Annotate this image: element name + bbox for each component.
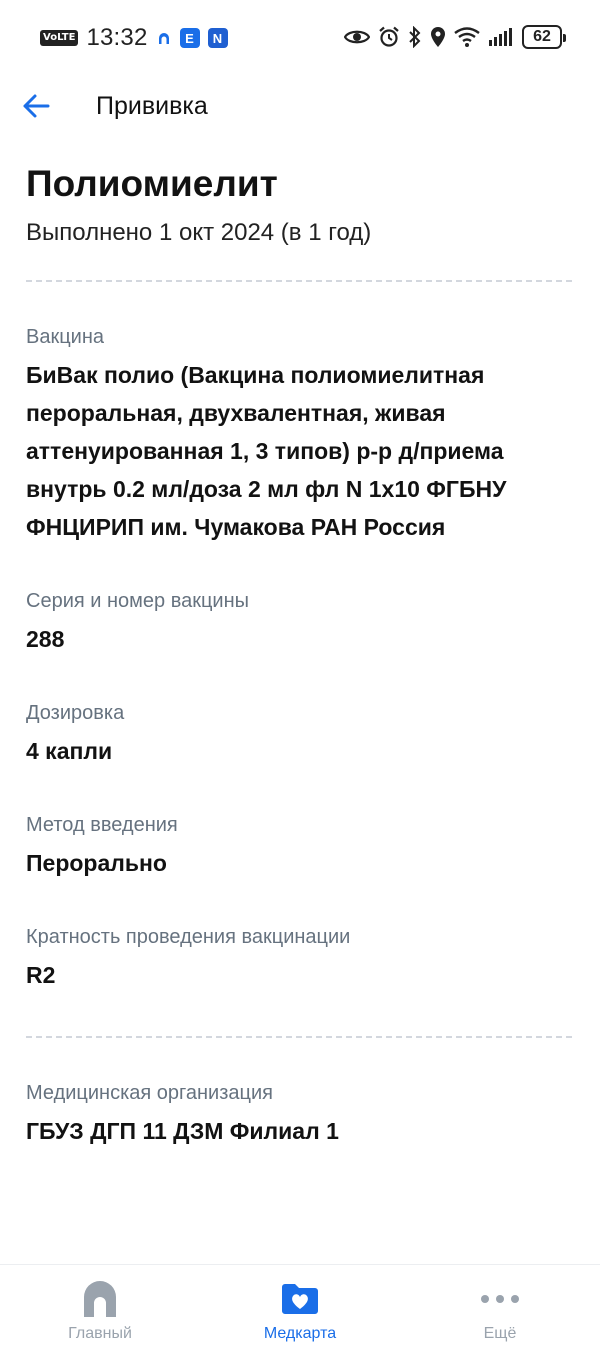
signal-icon — [489, 28, 512, 46]
field-value: 288 — [26, 626, 65, 652]
field-dosage: Дозировка 4 капли — [26, 700, 574, 770]
home-small-icon — [158, 33, 169, 44]
battery-indicator: 62 — [522, 25, 566, 49]
medcard-folder-heart-icon — [282, 1284, 318, 1314]
field-label: Кратность проведения вакцинации — [26, 926, 351, 948]
status-time: 13:32 — [86, 24, 148, 51]
divider — [26, 1036, 572, 1038]
nav-item-more[interactable]: Ещё — [400, 1265, 600, 1353]
nav-item-medcard[interactable]: Медкарта — [200, 1265, 400, 1353]
wifi-icon — [454, 27, 480, 47]
field-label: Медицинская организация — [26, 1082, 273, 1104]
field-value: 4 капли — [26, 738, 113, 764]
field-value: R2 — [26, 962, 56, 988]
field-value: Перорально — [26, 850, 167, 876]
field-organization: Медицинская организация ГБУЗ ДГП 11 ДЗМ … — [26, 1080, 574, 1150]
app-n-icon: N — [207, 28, 228, 48]
nav-item-home[interactable]: Главный — [0, 1265, 200, 1353]
volte-indicator: VoLTE — [40, 30, 79, 46]
field-label: Серия и номер вакцины — [26, 590, 250, 612]
vaccination-details: Полиомиелит Выполнено 1 окт 2024 (в 1 го… — [26, 160, 574, 1150]
nav-label: Медкарта — [263, 1325, 337, 1342]
location-icon — [431, 27, 445, 47]
field-label: Метод введения — [26, 814, 178, 836]
status-bar-right: 62 — [344, 25, 566, 49]
nav-label: Главный — [68, 1325, 132, 1342]
nav-label: Ещё — [483, 1325, 517, 1342]
vaccination-date: Выполнено 1 окт 2024 (в 1 год) — [26, 219, 372, 246]
bluetooth-icon — [409, 26, 421, 48]
app-e-icon: E — [179, 28, 200, 48]
alarm-icon — [379, 26, 399, 47]
field-label: Вакцина — [26, 326, 105, 348]
field-vaccine: Вакцина БиВак полио (Вакцина полиомиелит… — [26, 324, 574, 546]
status-bar: VoLTE 13:32 E N 62 — [0, 0, 600, 76]
status-bar-left: VoLTE 13:32 E N — [40, 24, 228, 52]
field-value: ГБУЗ ДГП 11 ДЗМ Филиал 1 — [26, 1118, 339, 1144]
more-dots-icon — [481, 1295, 519, 1303]
bottom-navigation: Главный Медкарта Ещё — [0, 1264, 600, 1353]
home-icon — [84, 1281, 116, 1317]
field-value: БиВак полио (Вакцина полиомиелитная перо… — [26, 362, 507, 540]
eye-icon — [344, 30, 370, 44]
field-multiplicity: Кратность проведения вакцинации R2 — [26, 924, 574, 994]
screen-title: Прививка — [96, 92, 208, 120]
field-method: Метод введения Перорально — [26, 812, 574, 882]
vaccination-title: Полиомиелит — [26, 163, 278, 204]
back-arrow-icon[interactable] — [20, 90, 52, 122]
field-label: Дозировка — [26, 702, 125, 724]
field-series-number: Серия и номер вакцины 288 — [26, 588, 574, 658]
top-app-bar: Прививка — [0, 76, 600, 136]
divider — [26, 280, 572, 282]
